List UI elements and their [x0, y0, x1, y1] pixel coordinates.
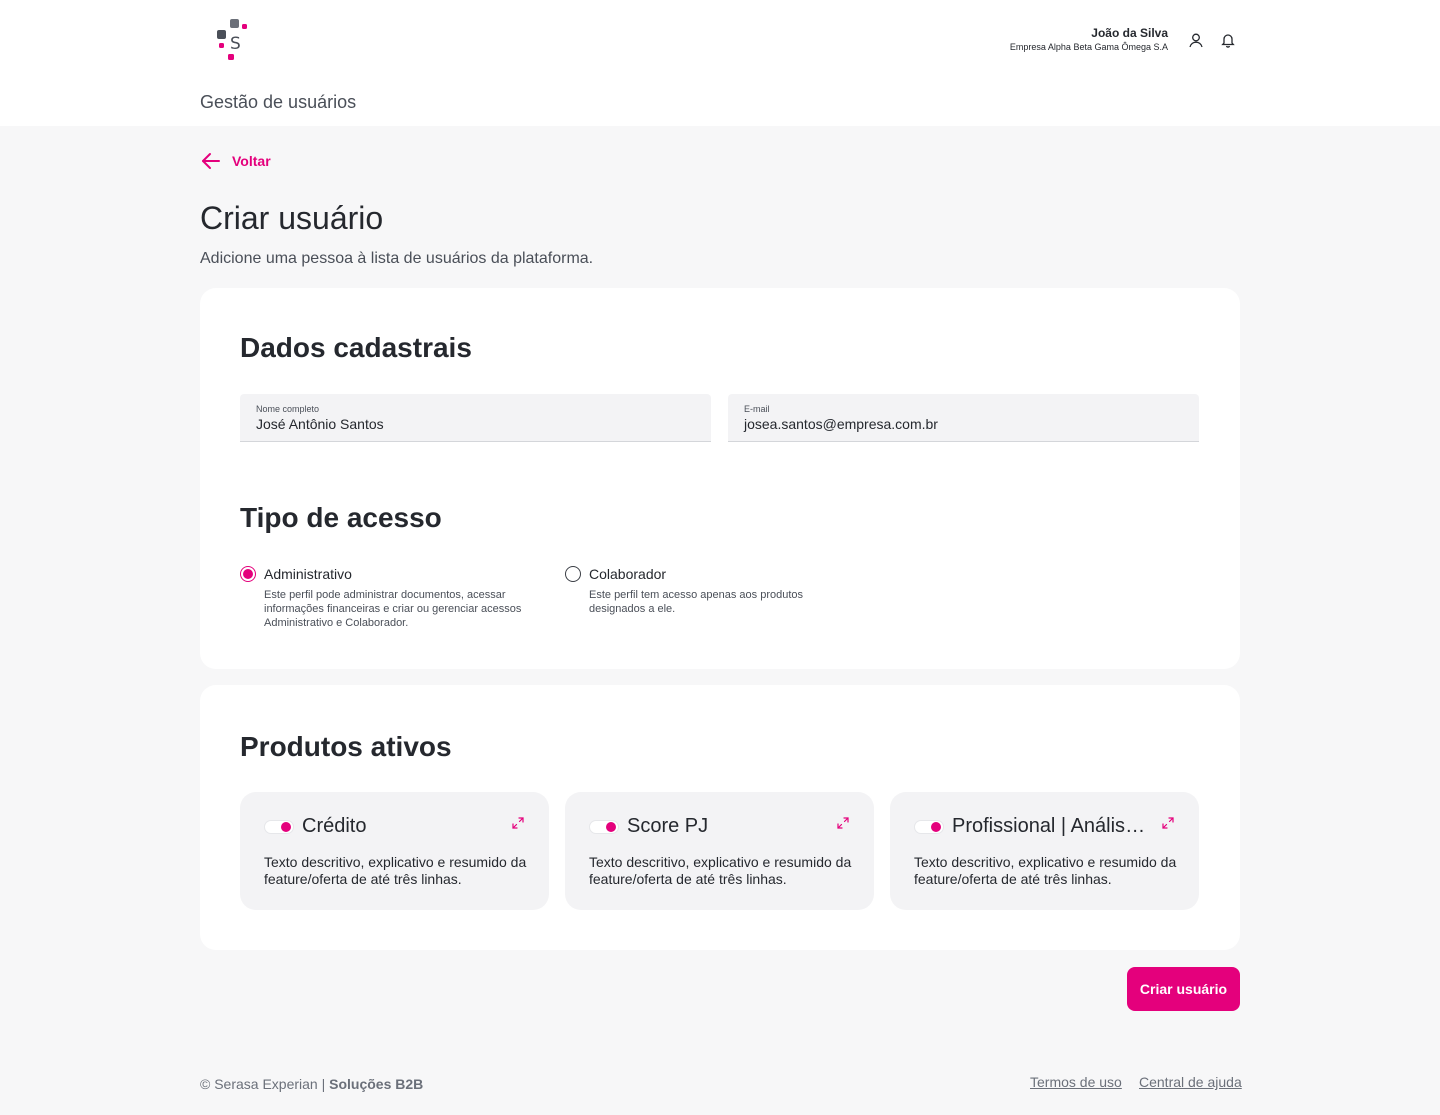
back-link[interactable]: Voltar [200, 150, 271, 172]
product-description-credito: Texto descritivo, explicativo e resumido… [264, 854, 527, 887]
radio-button-collaborator[interactable] [565, 566, 581, 582]
expand-icon[interactable] [836, 816, 850, 830]
radio-option-collaborator[interactable]: Colaborador Este perfil tem acesso apena… [565, 566, 885, 616]
bell-icon[interactable] [1218, 30, 1238, 50]
products-card: Produtos ativos Crédito Texto descritivo… [200, 685, 1240, 950]
heading: Criar usuário [200, 200, 384, 236]
user-name: João da Silva [1091, 26, 1168, 40]
footer-copyright-text: © Serasa Experian | [200, 1076, 330, 1092]
expand-icon[interactable] [1161, 816, 1175, 830]
serasa-logo[interactable]: S [214, 17, 250, 63]
name-field-label: Nome completo [256, 404, 320, 414]
product-toggle-credito[interactable] [264, 820, 294, 834]
radio-description-admin: Este perfil pode administrar documentos,… [264, 589, 522, 629]
email-field-label: E-mail [744, 404, 770, 414]
radio-button-admin[interactable] [240, 566, 256, 582]
product-card-credito: Crédito Texto descritivo, explicativo e … [240, 792, 549, 910]
section-title-access: Tipo de acesso [240, 502, 442, 533]
product-toggle-profissional[interactable] [914, 820, 944, 834]
name-field[interactable]: Nome completo José Antônio Santos [240, 394, 711, 442]
user-info: João da Silva Empresa Alpha Beta Gama Ôm… [1010, 26, 1168, 52]
product-description-score-pj: Texto descritivo, explicativo e resumido… [589, 854, 852, 887]
create-user-button[interactable]: Criar usuário [1127, 967, 1240, 1011]
help-center-link[interactable]: Central de ajuda [1139, 1074, 1242, 1090]
radio-label-collaborator: Colaborador [589, 566, 667, 582]
svg-text:S: S [230, 34, 241, 54]
subtitle: Adicione uma pessoa à lista de usuários … [200, 250, 594, 267]
page-title: Gestão de usuários [200, 92, 357, 112]
user-company: Empresa Alpha Beta Gama Ômega S.A [1009, 42, 1168, 52]
email-field[interactable]: E-mail josea.santos@empresa.com.br [728, 394, 1199, 442]
name-field-value[interactable]: José Antônio Santos [256, 416, 695, 432]
section-title-registration: Dados cadastrais [240, 332, 472, 363]
user-icon[interactable] [1186, 30, 1206, 50]
email-field-value[interactable]: josea.santos@empresa.com.br [744, 416, 1183, 432]
radio-option-admin[interactable]: Administrativo Este perfil pode administ… [240, 566, 560, 630]
radio-description-collaborator: Este perfil tem acesso apenas aos produt… [589, 589, 804, 615]
product-card-profissional: Profissional | Análise… Texto descritivo… [890, 792, 1199, 910]
section-title-products: Produtos ativos [240, 731, 452, 762]
product-title-profissional: Profissional | Análise… [952, 815, 1152, 837]
product-title-score-pj: Score PJ [627, 815, 709, 837]
radio-label-admin: Administrativo [264, 566, 352, 582]
product-description-profissional: Texto descritivo, explicativo e resumido… [914, 854, 1177, 887]
registration-card: Dados cadastrais Nome completo José Antô… [200, 288, 1240, 669]
product-title-credito: Crédito [302, 815, 367, 837]
product-toggle-score-pj[interactable] [589, 820, 619, 834]
footer-copyright: © Serasa Experian | Soluções B2B [200, 1076, 423, 1092]
product-card-score-pj: Score PJ Texto descritivo, explicativo e… [565, 792, 874, 910]
arrow-left-icon [202, 153, 220, 169]
footer-brand: Soluções B2B [329, 1076, 424, 1092]
back-label: Voltar [232, 153, 271, 169]
top-bar: S João da Silva Empresa Alpha Beta Gama … [0, 0, 1440, 126]
terms-link[interactable]: Termos de uso [1030, 1074, 1122, 1090]
expand-icon[interactable] [511, 816, 525, 830]
